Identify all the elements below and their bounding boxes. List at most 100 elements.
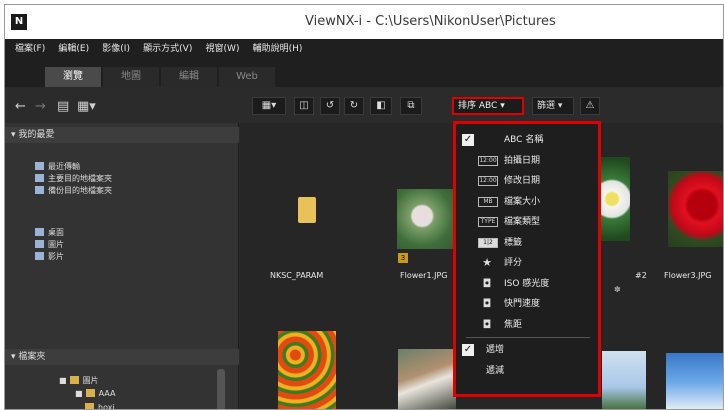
group-icon[interactable]: ⧉ [400, 97, 422, 115]
thumbnail-caption: Flower3.JPG [664, 271, 712, 280]
clock-icon: 12:00 [478, 176, 498, 186]
favorite-label: 最近傳輸 [48, 162, 80, 171]
favorite-backup-destination[interactable]: 備份目的地檔案夾 [35, 185, 112, 196]
place-pictures[interactable]: 圖片 [35, 239, 64, 250]
thumbnail-duck[interactable] [398, 349, 456, 409]
sort-option-name[interactable]: ✓ ABC 名稱 [456, 130, 598, 151]
sort-option-label[interactable]: 1|2 標籤 [456, 233, 598, 254]
filter-button[interactable]: 篩選 ▾ [532, 97, 574, 115]
folders-header[interactable]: ▾ 檔案夾 [5, 349, 239, 365]
label-icon: 1|2 [478, 237, 498, 248]
sort-order-descending[interactable]: 遞減 [456, 361, 598, 382]
thumbnail-tulips[interactable] [278, 331, 336, 409]
sort-option-focal-length[interactable]: ◘ 焦距 [456, 315, 598, 336]
thumbnail-blue-sky[interactable] [666, 353, 723, 409]
tree-item-aaa[interactable]: ■ AAA [75, 389, 115, 398]
compare-view-button[interactable]: ◫ [294, 97, 314, 115]
sort-option-shutter-speed[interactable]: ◘ 快門速度 [456, 294, 598, 315]
menu-image[interactable]: 影像(I) [102, 39, 130, 59]
tab-browse[interactable]: 瀏覽 [45, 67, 101, 87]
tree-label: AAA [98, 389, 116, 398]
navigation-panel: ← → ▤ ▦▾ ▾ 我的最愛 最近傳輸 主要目的地檔案夾 備份目的地檔案夾 桌… [5, 87, 239, 409]
tab-edit[interactable]: 編輯 [161, 67, 217, 87]
thumbnail-caption: NKSC_PARAM [270, 271, 324, 280]
grid-view-icon[interactable]: ▤ [57, 99, 69, 114]
menu-help[interactable]: 輔助說明(H) [253, 39, 303, 59]
tree-item-hoxi[interactable]: hoxi [85, 403, 115, 409]
rotate-left-icon[interactable]: ↺ [320, 97, 340, 115]
folder-icon [35, 174, 44, 182]
menu-view[interactable]: 顯示方式(V) [143, 39, 192, 59]
place-desktop[interactable]: 桌面 [35, 227, 64, 238]
forward-arrow-icon[interactable]: → [35, 99, 46, 114]
folder-icon [298, 197, 316, 223]
menu-bar: 檔案(F) 編輯(E) 影像(I) 顯示方式(V) 視窗(W) 輔助說明(H) [5, 39, 723, 59]
copy-icon[interactable]: ◧ [370, 97, 392, 115]
file-type-icon: TYPE [478, 217, 498, 227]
tab-web[interactable]: Web [219, 67, 275, 87]
pictures-icon [35, 240, 44, 248]
label-badge: 3 [398, 253, 408, 263]
favorites-header[interactable]: ▾ 我的最愛 [5, 127, 239, 143]
sort-option-rating[interactable]: ★ 評分 [456, 253, 598, 274]
tree-item-pictures[interactable]: ■ 圖片 [59, 375, 99, 386]
sort-order-ascending[interactable]: ✓ 遞增 [456, 340, 598, 361]
folder-icon [85, 389, 95, 397]
app-window: N ViewNX-i - C:\Users\NikonUser\Pictures… [4, 4, 724, 410]
checkmark-icon: ✓ [462, 344, 474, 356]
sort-option-file-type[interactable]: TYPE 檔案類型 [456, 212, 598, 233]
sort-option-file-size[interactable]: MB 檔案大小 [456, 192, 598, 213]
list-view-icon[interactable]: ▦▾ [77, 99, 96, 114]
expand-icon[interactable]: ■ [59, 376, 67, 385]
menu-window[interactable]: 視窗(W) [206, 39, 240, 59]
sort-option-text: ISO 感光度 [504, 278, 550, 289]
sort-option-modified-date[interactable]: 12:00 修改日期 [456, 171, 598, 192]
favorite-primary-destination[interactable]: 主要目的地檔案夾 [35, 173, 112, 184]
sort-order-text: 遞增 [486, 345, 505, 355]
camera-icon: ◘ [482, 317, 492, 331]
videos-icon [35, 252, 44, 260]
warning-icon[interactable]: ⚠ [580, 97, 600, 115]
folder-icon [35, 162, 44, 170]
place-label: 影片 [48, 252, 64, 261]
thumbnail-size-button[interactable]: ▦▾ [252, 97, 286, 115]
favorite-recent-transfer[interactable]: 最近傳輸 [35, 161, 80, 172]
browser-toolbar: ▦▾ ◫ ↺ ↻ ◧ ⧉ 排序 ABC ▾ 篩選 ▾ ⚠ [240, 87, 723, 123]
folder-icon [85, 403, 94, 409]
checkmark-icon: ✓ [462, 134, 474, 146]
thumbnail-flower2[interactable] [600, 157, 630, 241]
rotate-right-icon[interactable]: ↻ [344, 97, 364, 115]
sort-option-text: 檔案大小 [504, 196, 541, 207]
window-title: ViewNX-i - C:\Users\NikonUser\Pictures [305, 14, 556, 29]
thumbnail-sky[interactable] [602, 351, 646, 409]
favorite-label: 備份目的地檔案夾 [48, 186, 112, 195]
thumbnail-flower3[interactable] [668, 171, 723, 247]
camera-icon: ◘ [482, 297, 492, 310]
sort-option-shot-date[interactable]: 12:00 拍攝日期 [456, 151, 598, 172]
expand-icon[interactable]: ■ [75, 389, 83, 398]
tab-map[interactable]: 地圖 [103, 67, 159, 87]
place-label: 桌面 [48, 228, 64, 237]
nav-toolbar: ← → ▤ ▦▾ [5, 87, 239, 123]
workspace-tabs: 瀏覽 地圖 編輯 Web [5, 59, 723, 87]
desktop-icon [35, 228, 44, 236]
place-videos[interactable]: 影片 [35, 251, 64, 262]
sort-dropdown-menu: ✓ ABC 名稱 12:00 拍攝日期 12:00 修改日期 MB 檔案大小 T… [453, 121, 601, 397]
thumbnail-folder[interactable] [298, 197, 322, 227]
sort-option-iso[interactable]: ◘ ISO 感光度 [456, 274, 598, 295]
menu-separator [466, 337, 590, 338]
thumbnail-caption: Flower1.JPG [400, 271, 448, 280]
app-logo-icon: N [11, 14, 27, 30]
sort-option-text: 評分 [504, 258, 523, 268]
folder-icon [69, 376, 79, 384]
menu-file[interactable]: 檔案(F) [15, 39, 45, 59]
folders-scrollbar[interactable] [217, 369, 225, 409]
back-arrow-icon[interactable]: ← [15, 99, 26, 114]
menu-edit[interactable]: 編輯(E) [58, 39, 89, 59]
filter-button-label: 篩選 [537, 101, 556, 111]
sort-button[interactable]: 排序 ABC ▾ [452, 97, 524, 115]
dropdown-arrow-icon: ▾ [557, 101, 563, 111]
thumbnail-flower1[interactable] [397, 189, 453, 249]
abc-icon: ABC [504, 135, 523, 145]
thumbnail-badge: #2 [635, 271, 647, 280]
